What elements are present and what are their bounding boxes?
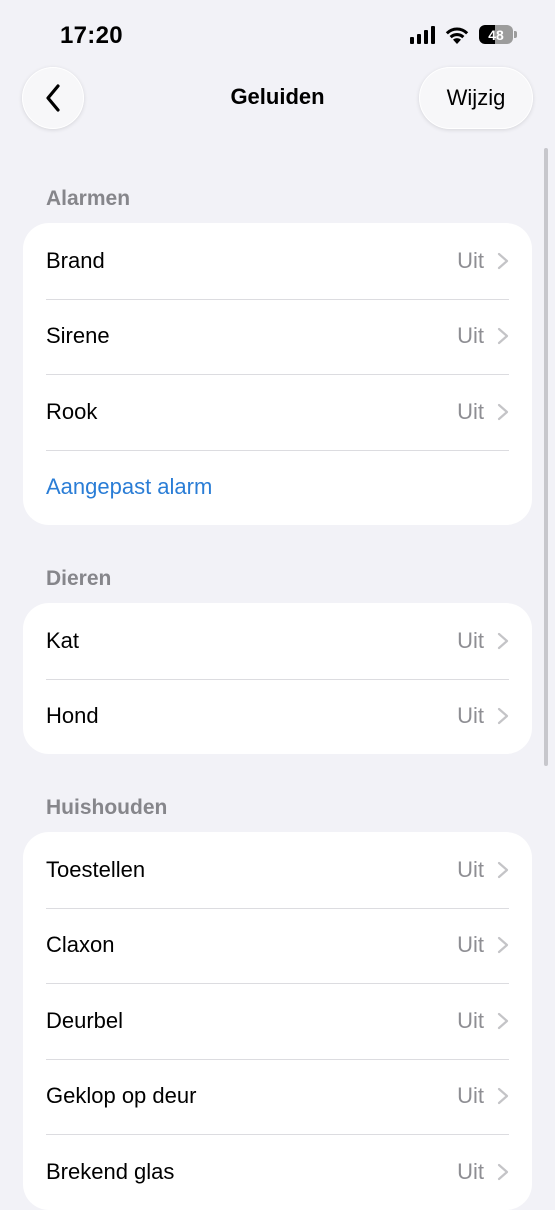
status-bar: 17:20 48 [0, 0, 555, 70]
scroll-indicator[interactable] [544, 148, 548, 766]
row-value: Uit [457, 856, 484, 882]
row-value: Uit [457, 247, 484, 273]
row-value: Uit [457, 1007, 484, 1033]
list-item-kat[interactable]: Kat Uit [23, 603, 532, 679]
alarms-group: Brand Uit Sirene Uit Rook Uit Aangepast … [23, 223, 532, 525]
section-header-alarms: Alarmen [46, 187, 131, 210]
chevron-right-icon [497, 252, 509, 270]
status-icons: 48 [410, 25, 517, 44]
row-value: Uit [457, 1083, 484, 1109]
battery-percentage: 48 [488, 26, 504, 43]
custom-alarm-link[interactable]: Aangepast alarm [23, 449, 532, 526]
chevron-right-icon [497, 1163, 509, 1181]
section-header-animals: Dieren [46, 567, 112, 590]
row-label: Kat [46, 627, 80, 653]
chevron-right-icon [497, 707, 509, 725]
row-value: Uit [457, 1158, 484, 1184]
row-value: Uit [457, 398, 484, 424]
row-value: Uit [457, 323, 484, 349]
chevron-right-icon [497, 861, 509, 879]
custom-alarm-label: Aangepast alarm [46, 474, 213, 500]
row-label: Hond [46, 703, 99, 729]
section-header-household: Huishouden [46, 796, 168, 819]
row-value: Uit [457, 932, 484, 958]
cellular-signal-icon [410, 25, 435, 44]
row-label: Rook [46, 398, 98, 424]
row-value: Uit [457, 627, 484, 653]
chevron-right-icon [497, 1012, 509, 1030]
animals-group: Kat Uit Hond Uit [23, 603, 532, 754]
list-item-sirene[interactable]: Sirene Uit [23, 298, 532, 375]
row-value: Uit [457, 703, 484, 729]
row-label: Sirene [46, 323, 110, 349]
list-item-deurbel[interactable]: Deurbel Uit [23, 983, 532, 1059]
row-label: Geklop op deur [46, 1083, 197, 1109]
row-label: Deurbel [46, 1007, 124, 1033]
chevron-right-icon [497, 936, 509, 954]
row-label: Toestellen [46, 856, 146, 882]
wifi-icon [445, 27, 469, 44]
list-item-brekend-glas[interactable]: Brekend glas Uit [23, 1134, 532, 1210]
row-label: Brand [46, 247, 105, 273]
list-item-hond[interactable]: Hond Uit [23, 678, 532, 755]
chevron-right-icon [497, 1087, 509, 1105]
list-item-toestellen[interactable]: Toestellen Uit [23, 832, 532, 908]
edit-button[interactable]: Wijzig [419, 67, 533, 129]
list-item-brand[interactable]: Brand Uit [23, 223, 532, 299]
list-item-rook[interactable]: Rook Uit [23, 374, 532, 450]
list-item-geklop-op-deur[interactable]: Geklop op deur Uit [23, 1058, 532, 1135]
chevron-right-icon [497, 327, 509, 345]
row-label: Claxon [46, 932, 115, 958]
chevron-right-icon [497, 632, 509, 650]
battery-icon: 48 [479, 25, 513, 44]
chevron-right-icon [497, 403, 509, 421]
status-time: 17:20 [60, 22, 123, 49]
row-label: Brekend glas [46, 1158, 175, 1184]
household-group: Toestellen Uit Claxon Uit Deurbel Uit Ge… [23, 832, 532, 1210]
list-item-claxon[interactable]: Claxon Uit [23, 907, 532, 984]
